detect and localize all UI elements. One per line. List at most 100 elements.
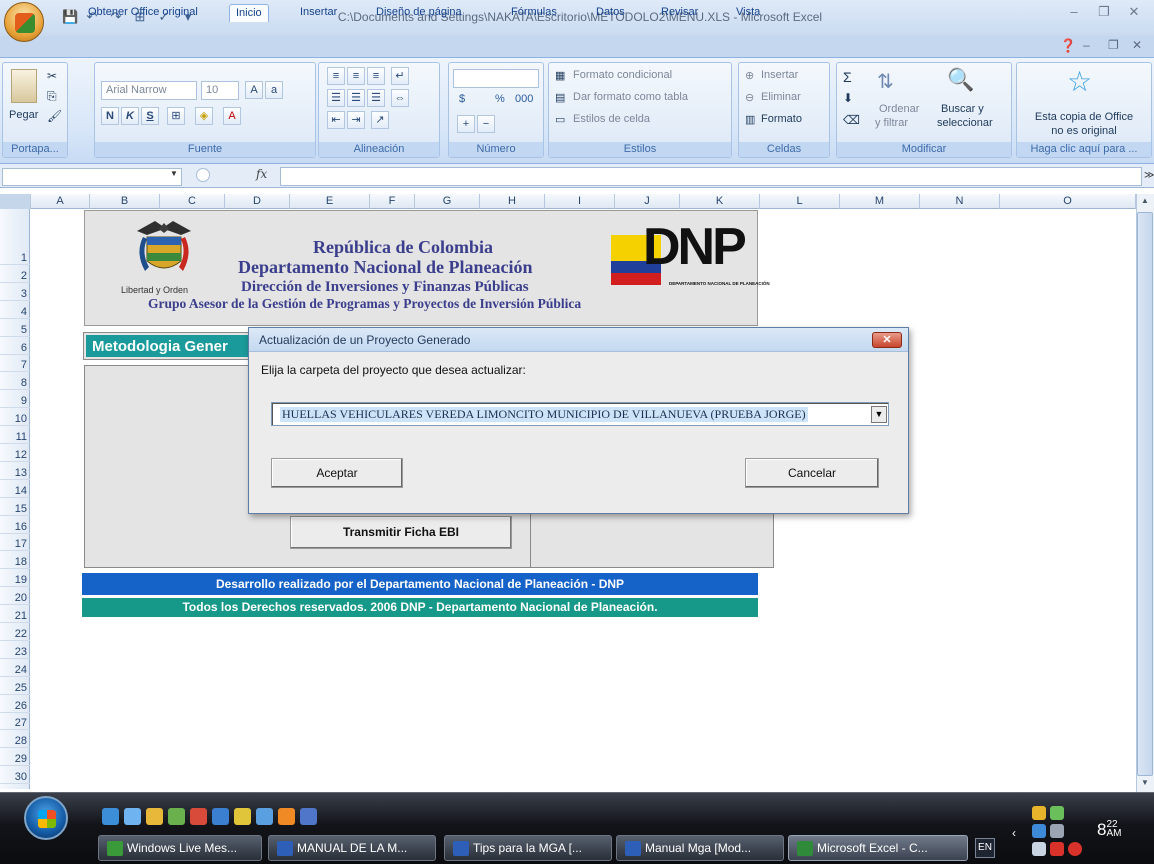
column-header[interactable]: M	[840, 194, 920, 209]
paste-button[interactable]: Pegar	[9, 109, 38, 121]
row-header[interactable]: 27	[0, 717, 30, 731]
adobe-icon[interactable]	[1050, 842, 1064, 856]
row-header[interactable]: 20	[0, 592, 30, 606]
italic-button[interactable]: K	[121, 107, 139, 125]
row-header[interactable]: 30	[0, 771, 30, 785]
taskbar-item-manual-word[interactable]: MANUAL DE LA M...	[268, 835, 436, 861]
align-right-icon[interactable]: ☰	[367, 89, 385, 107]
office-button[interactable]	[4, 2, 44, 42]
row-header[interactable]: 19	[0, 574, 30, 588]
group-label-styles[interactable]: Estilos	[549, 142, 731, 157]
transmit-ficha-ebi-button[interactable]: Transmitir Ficha EBI	[290, 516, 512, 549]
column-header[interactable]: H	[480, 194, 545, 209]
taskbar-item-excel[interactable]: Microsoft Excel - C...	[788, 835, 968, 861]
clear-icon[interactable]: ⌫	[843, 113, 860, 127]
column-header[interactable]: I	[545, 194, 615, 209]
row-header[interactable]: 13	[0, 467, 30, 480]
group-label-editing[interactable]: Modificar	[837, 142, 1011, 157]
row-header[interactable]: 4	[0, 306, 30, 319]
row-header[interactable]: 25	[0, 682, 30, 695]
switch-windows-icon[interactable]	[300, 808, 317, 825]
merge-center-icon[interactable]: ⇔	[391, 89, 409, 107]
align-left-icon[interactable]: ☰	[327, 89, 345, 107]
decrease-decimal-icon[interactable]: −	[477, 115, 495, 133]
align-center-icon[interactable]: ☰	[347, 89, 365, 107]
cut-icon[interactable]: ✂	[47, 69, 57, 83]
cancel-button[interactable]: Cancelar	[745, 458, 879, 488]
column-header[interactable]: J	[615, 194, 680, 209]
project-folder-select[interactable]: HUELLAS VEHICULARES VEREDA LIMONCITO MUN…	[271, 402, 889, 426]
group-label-cells[interactable]: Celdas	[739, 142, 829, 157]
tab-inicio[interactable]: Inicio	[229, 4, 269, 22]
align-bottom-icon[interactable]: ≡	[367, 67, 385, 85]
row-header[interactable]: 14	[0, 485, 30, 498]
column-header[interactable]: E	[290, 194, 370, 209]
increase-indent-icon[interactable]: ⇥	[347, 111, 365, 129]
font-size-combo[interactable]: 10	[201, 81, 239, 100]
row-header[interactable]: 1	[0, 252, 30, 265]
start-button[interactable]	[24, 796, 68, 840]
grow-font-icon[interactable]: A	[245, 81, 263, 99]
currency-button[interactable]: $	[459, 93, 465, 105]
autosum-icon[interactable]: Σ	[843, 69, 852, 85]
column-header[interactable]: G	[415, 194, 480, 209]
dialog-title-bar[interactable]: Actualización de un Proyecto Generado ✕	[249, 328, 908, 352]
align-middle-icon[interactable]: ≡	[347, 67, 365, 85]
wrap-text-icon[interactable]: ↵	[391, 67, 409, 85]
find-select-button-l1[interactable]: Buscar y	[941, 103, 984, 115]
conditional-format-button[interactable]: Formato condicional	[573, 69, 672, 81]
column-header[interactable]: B	[90, 194, 160, 209]
group-label-genuine[interactable]: Haga clic aquí para ...	[1017, 142, 1151, 157]
name-box-dropdown-icon[interactable]: ▼	[170, 169, 178, 178]
orientation-icon[interactable]: ↗	[371, 111, 389, 129]
powerpoint-icon[interactable]	[278, 808, 295, 825]
ribbon-restore-icon[interactable]: ❐	[1108, 38, 1119, 52]
percent-button[interactable]: %	[495, 93, 505, 105]
tab-insertar[interactable]: Insertar	[294, 4, 343, 22]
scroll-up-icon[interactable]: ▲	[1141, 196, 1149, 205]
bold-button[interactable]: N	[101, 107, 119, 125]
contacts-icon[interactable]	[168, 808, 185, 825]
taskbar-item-manual-mga[interactable]: Manual Mga [Mod...	[616, 835, 784, 861]
shrink-font-icon[interactable]: a	[265, 81, 283, 99]
vertical-scroll-thumb[interactable]	[1137, 212, 1153, 776]
paste-icon[interactable]	[11, 69, 37, 103]
fill-color-icon[interactable]: ◈	[195, 107, 213, 125]
taskbar-item-messenger[interactable]: Windows Live Mes...	[98, 835, 262, 861]
dialog-close-icon[interactable]: ✕	[872, 332, 902, 348]
tab-obtener-office[interactable]: Obtener Office original	[82, 4, 204, 22]
formula-collapse-icon[interactable]	[196, 168, 210, 182]
fill-icon[interactable]: ⬇	[843, 91, 853, 105]
font-name-combo[interactable]: Arial Narrow	[101, 81, 197, 100]
borders-button-icon[interactable]: ⊞	[167, 107, 185, 125]
accept-button[interactable]: Aceptar	[271, 458, 403, 488]
sort-filter-button-l1[interactable]: Ordenar	[879, 103, 919, 115]
minimize-icon[interactable]: –	[1062, 4, 1086, 22]
messenger-tray-icon[interactable]	[1050, 806, 1064, 820]
messenger-icon[interactable]	[146, 808, 163, 825]
scroll-down-icon[interactable]: ▼	[1141, 778, 1149, 787]
media-icon[interactable]	[190, 808, 207, 825]
sort-filter-button-l2[interactable]: y filtrar	[875, 117, 908, 129]
expand-formula-icon[interactable]: ≫	[1144, 170, 1154, 181]
insert-cells-button[interactable]: Insertar	[761, 69, 798, 81]
security-shield-icon[interactable]	[1032, 806, 1046, 820]
column-header[interactable]: D	[225, 194, 290, 209]
search-icon[interactable]	[212, 808, 229, 825]
row-header[interactable]: 28	[0, 735, 30, 749]
column-header[interactable]: C	[160, 194, 225, 209]
ie-icon[interactable]	[102, 808, 119, 825]
column-header[interactable]: K	[680, 194, 760, 209]
maximize-icon[interactable]: ❐	[1092, 4, 1116, 22]
row-header[interactable]: 6	[0, 342, 30, 355]
row-header[interactable]: 8	[0, 377, 30, 391]
format-table-icon[interactable]: ▤	[555, 91, 565, 104]
network-icon[interactable]	[1032, 824, 1046, 838]
name-box[interactable]	[2, 168, 182, 186]
column-header[interactable]: N	[920, 194, 1000, 209]
group-label-font[interactable]: Fuente	[95, 142, 315, 157]
select-all-corner[interactable]	[0, 194, 31, 209]
close-icon[interactable]: ✕	[1122, 4, 1146, 22]
row-header[interactable]: 29	[0, 753, 30, 767]
increase-decimal-icon[interactable]: +	[457, 115, 475, 133]
